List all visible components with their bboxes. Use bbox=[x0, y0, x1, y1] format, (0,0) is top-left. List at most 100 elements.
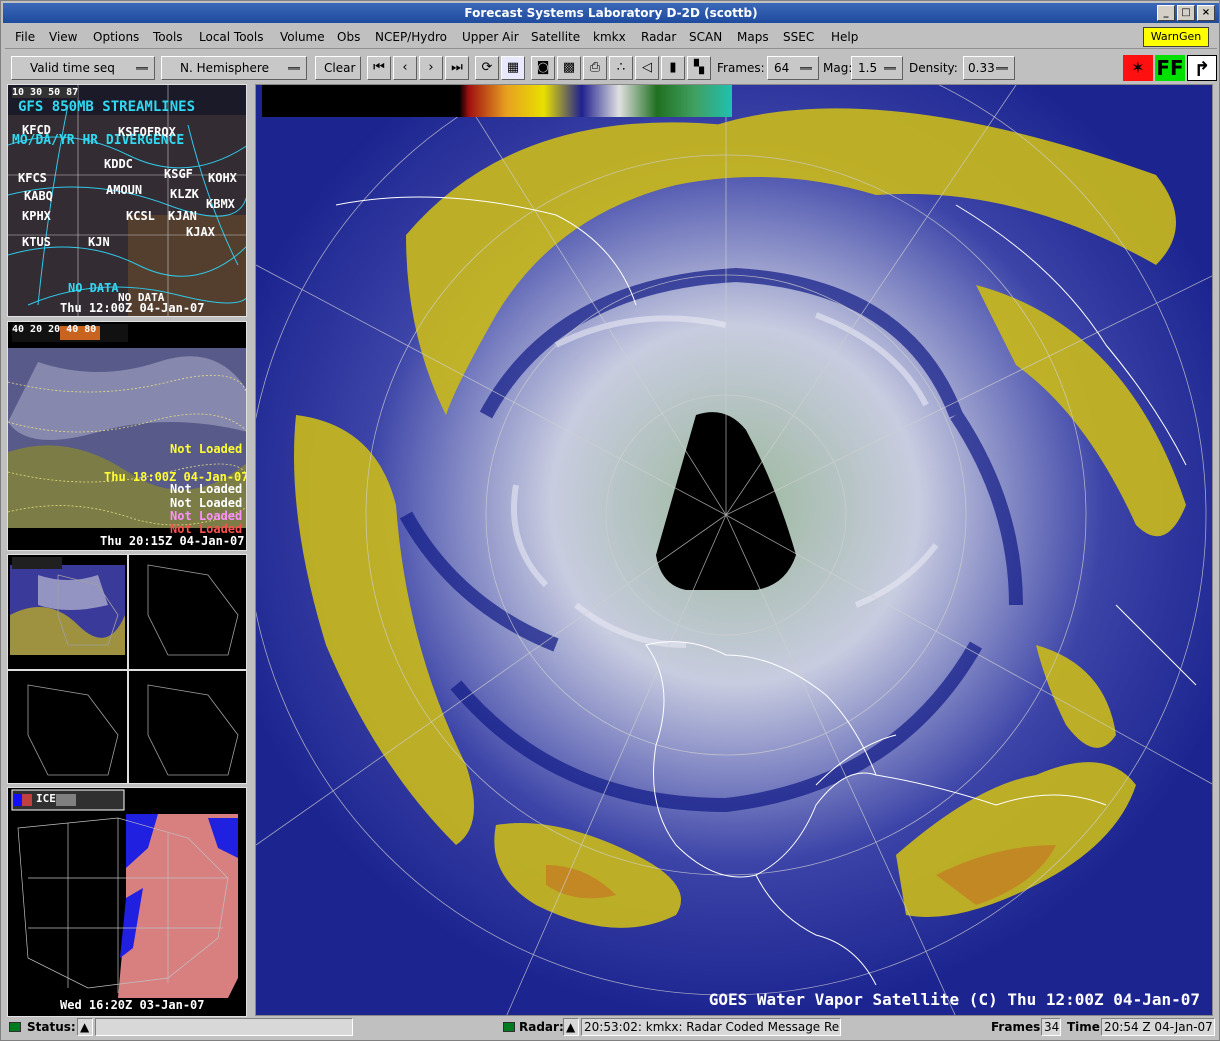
points-icon[interactable]: ∴ bbox=[609, 56, 633, 80]
menu-help[interactable]: Help bbox=[831, 30, 858, 44]
single-pane-icon[interactable]: ▮ bbox=[661, 56, 685, 80]
loop-icon[interactable]: ⟳ bbox=[475, 56, 499, 80]
p2-not-loaded: Not Loaded bbox=[170, 442, 243, 456]
radar-label: Radar: bbox=[519, 1020, 564, 1034]
p1-station: KJAX bbox=[186, 225, 215, 239]
color-table-icon[interactable]: ▩ bbox=[557, 56, 581, 80]
pane-streamlines[interactable]: 10 30 50 87 GFS 850MB STREAMLINES MO/DA/… bbox=[7, 84, 247, 317]
menu-volume[interactable]: Volume bbox=[280, 30, 325, 44]
title-bar[interactable]: Forecast Systems Laboratory D-2D (scottb… bbox=[3, 3, 1219, 23]
toolbar: Valid time seq N. Hemisphere Clear ⏮ ‹ ›… bbox=[5, 53, 1217, 83]
menu-local-tools[interactable]: Local Tools bbox=[199, 30, 263, 44]
p1-station: KBMX bbox=[206, 197, 235, 211]
image-combine-icon[interactable]: ▦ bbox=[501, 56, 525, 80]
p1-time: Thu 12:00Z 04-Jan-07 bbox=[60, 301, 205, 315]
p1-station: KLZK bbox=[170, 187, 199, 201]
p1-colorbar: 10 30 50 87 bbox=[12, 87, 79, 98]
density-value: 0.33 bbox=[968, 61, 995, 75]
mag-dropdown[interactable]: 1.5 bbox=[851, 56, 903, 80]
menu-tools[interactable]: Tools bbox=[153, 30, 183, 44]
menu-bar: File View Options Tools Local Tools Volu… bbox=[5, 25, 1217, 49]
frames-value: 64 bbox=[774, 61, 790, 75]
mag-value: 1.5 bbox=[858, 61, 878, 75]
time-mode-dropdown[interactable]: Valid time seq bbox=[11, 56, 155, 80]
radar-expand-button[interactable]: ▲ bbox=[563, 1018, 579, 1036]
refresh-icon[interactable]: ◙ bbox=[531, 56, 555, 80]
status-frames-label: Frames: bbox=[991, 1020, 1046, 1034]
last-frame-icon[interactable]: ⏭ bbox=[445, 56, 469, 80]
menu-kmkx[interactable]: kmkx bbox=[593, 30, 626, 44]
minimize-button[interactable]: _ bbox=[1157, 5, 1175, 21]
p1-station: KPHX bbox=[22, 209, 51, 223]
frames-dropdown[interactable]: 64 bbox=[767, 56, 819, 80]
maximize-button[interactable]: □ bbox=[1177, 5, 1195, 21]
menu-ncep-hydro[interactable]: NCEP/Hydro bbox=[375, 30, 447, 44]
status-time-value: 20:54 Z 04-Jan-07 bbox=[1101, 1018, 1215, 1036]
p1-station: KJN bbox=[88, 235, 110, 249]
prev-frame-icon[interactable]: ‹ bbox=[393, 56, 417, 80]
p1-station: KSGF bbox=[164, 167, 193, 181]
water-vapor-image bbox=[256, 85, 1212, 1015]
mag-label: Mag: bbox=[823, 61, 853, 75]
four-pane-icon[interactable]: ▚ bbox=[687, 56, 711, 80]
density-dropdown[interactable]: 0.33 bbox=[963, 56, 1015, 80]
menu-options[interactable]: Options bbox=[93, 30, 139, 44]
p1-station: KCSL bbox=[126, 209, 155, 223]
status-expand-button[interactable]: ▲ bbox=[77, 1018, 93, 1036]
p1-station: KJAN bbox=[168, 209, 197, 223]
p2-not-loaded: Not Loaded bbox=[170, 482, 243, 496]
p1-station: KSFOFRQX bbox=[118, 125, 176, 139]
menu-maps[interactable]: Maps bbox=[737, 30, 769, 44]
p1-station: KABQ bbox=[24, 189, 53, 203]
clear-button[interactable]: Clear bbox=[315, 56, 361, 80]
p1-station: KTUS bbox=[22, 235, 51, 249]
menu-upper-air[interactable]: Upper Air bbox=[462, 30, 519, 44]
warngen-button[interactable]: WarnGen bbox=[1143, 27, 1209, 47]
p1-station: KOHX bbox=[208, 171, 237, 185]
p2-scale: 40 20 20 40 80 bbox=[12, 324, 97, 335]
p1-station: NO DATA bbox=[68, 281, 119, 295]
alert-monitor-icon[interactable]: ✶ bbox=[1123, 55, 1153, 81]
density-label: Density: bbox=[909, 61, 958, 75]
menu-file[interactable]: File bbox=[15, 30, 35, 44]
print-icon[interactable]: ⎙ bbox=[583, 56, 607, 80]
projection-value: N. Hemisphere bbox=[180, 61, 269, 75]
ice-map bbox=[8, 788, 246, 1016]
menu-obs[interactable]: Obs bbox=[337, 30, 360, 44]
p4-time: Wed 16:20Z 03-Jan-07 bbox=[60, 998, 205, 1012]
p4-legend: ICE bbox=[36, 792, 56, 805]
main-satellite-display[interactable]: GOES Water Vapor Satellite (C) Thu 12:00… bbox=[255, 84, 1213, 1016]
menu-ssec[interactable]: SSEC bbox=[783, 30, 814, 44]
menu-satellite[interactable]: Satellite bbox=[531, 30, 580, 44]
menu-scan[interactable]: SCAN bbox=[689, 30, 722, 44]
ff-monitor-button[interactable]: FF bbox=[1155, 55, 1185, 81]
first-frame-icon[interactable]: ⏮ bbox=[367, 56, 391, 80]
time-mode-value: Valid time seq bbox=[30, 61, 115, 75]
p2-not-loaded: Not Loaded bbox=[170, 509, 243, 523]
p1-station: KDDC bbox=[104, 157, 133, 171]
p1-station: KFCS bbox=[18, 171, 47, 185]
p2-time: Thu 20:15Z 04-Jan-07 bbox=[100, 534, 245, 548]
pane-mini-grid[interactable] bbox=[7, 554, 247, 784]
d2d-window: Forecast Systems Laboratory D-2D (scottb… bbox=[0, 0, 1220, 1041]
next-frame-icon[interactable]: › bbox=[419, 56, 443, 80]
status-message-field bbox=[95, 1018, 353, 1036]
p1-station: AMOUN bbox=[106, 183, 143, 197]
menu-view[interactable]: View bbox=[49, 30, 77, 44]
menu-radar[interactable]: Radar bbox=[641, 30, 676, 44]
cursor-icon[interactable]: ↱ bbox=[1187, 55, 1217, 81]
close-button[interactable]: × bbox=[1197, 5, 1215, 21]
radar-led-icon bbox=[503, 1022, 515, 1032]
pane-ice[interactable]: ICE Wed 16:20Z 03-Jan-07 bbox=[7, 787, 247, 1017]
main-caption: GOES Water Vapor Satellite (C) Thu 12:00… bbox=[708, 990, 1200, 1009]
radar-message-field: 20:53:02: kmkx: Radar Coded Message Rece… bbox=[581, 1018, 841, 1036]
status-led-icon bbox=[9, 1022, 21, 1032]
p2-not-loaded: Not Loaded bbox=[170, 496, 243, 510]
status-label: Status: bbox=[27, 1020, 76, 1034]
projection-dropdown[interactable]: N. Hemisphere bbox=[161, 56, 307, 80]
pane-upper-air[interactable]: 40 20 20 40 80 Thu 18:00Z 04-Jan-07 Not … bbox=[7, 321, 247, 551]
window-title: Forecast Systems Laboratory D-2D (scottb… bbox=[464, 6, 758, 20]
status-time-label: Time: bbox=[1067, 1020, 1105, 1034]
status-bar: Status: ▲ Radar: ▲ 20:53:02: kmkx: Radar… bbox=[3, 1017, 1219, 1039]
baseline-icon[interactable]: ◁ bbox=[635, 56, 659, 80]
